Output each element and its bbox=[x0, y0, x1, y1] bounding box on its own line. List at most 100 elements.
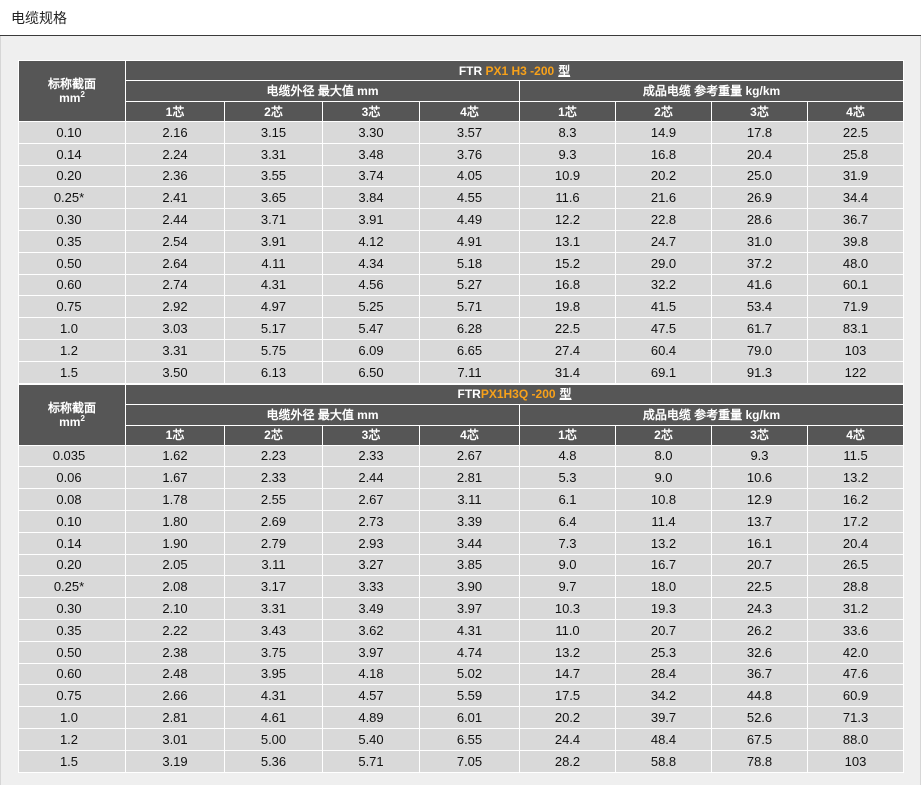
outer-diameter-cell: 3.49 bbox=[322, 597, 420, 620]
weight-cell: 88.0 bbox=[806, 727, 905, 751]
cross-section-cell: 0.25* bbox=[18, 575, 126, 599]
weight-cell: 41.5 bbox=[615, 295, 712, 319]
weight-cell: 42.0 bbox=[806, 640, 905, 664]
weight-cell: 19.3 bbox=[615, 597, 712, 620]
core-count-header: 3芯 bbox=[322, 424, 420, 446]
weight-cell: 17.8 bbox=[711, 121, 808, 144]
outer-diameter-cell: 3.76 bbox=[419, 142, 520, 166]
weight-cell: 28.2 bbox=[519, 749, 616, 773]
weight-cell: 33.6 bbox=[806, 618, 905, 642]
outer-diameter-cell: 5.71 bbox=[419, 295, 520, 319]
outer-diameter-cell: 2.69 bbox=[224, 509, 323, 533]
weight-cell: 25.8 bbox=[806, 142, 905, 166]
weight-cell: 25.0 bbox=[711, 164, 808, 188]
table-row: 0.60 2.48 3.95 4.18 5.02 14.7 28.4 36.7 47.6 bbox=[18, 662, 905, 686]
outer-diameter-cell: 4.55 bbox=[419, 186, 520, 210]
core-count-header: 4芯 bbox=[806, 424, 905, 446]
weight-cell: 17.5 bbox=[519, 684, 616, 708]
outer-diameter-cell: 3.43 bbox=[224, 618, 323, 642]
outer-diameter-cell: 2.22 bbox=[125, 618, 225, 642]
outer-diameter-cell: 5.36 bbox=[224, 749, 323, 773]
weight-cell: 32.2 bbox=[615, 273, 712, 297]
cross-section-cell: 0.25* bbox=[18, 186, 126, 210]
outer-diameter-cell: 5.00 bbox=[224, 727, 323, 751]
cross-section-cell: 0.50 bbox=[18, 640, 126, 664]
model-prefix: FTR bbox=[457, 387, 481, 402]
outer-diameter-group-header: 电缆外径 最大值 mm bbox=[125, 80, 520, 102]
cross-section-cell: 1.5 bbox=[18, 749, 126, 773]
weight-cell: 12.9 bbox=[711, 488, 808, 511]
table-row: 0.25* 2.08 3.17 3.33 3.90 9.7 18.0 22.5 28.8 bbox=[18, 575, 905, 599]
core-count-header: 3芯 bbox=[711, 101, 808, 122]
outer-diameter-cell: 2.38 bbox=[125, 640, 225, 664]
cross-section-cell: 0.20 bbox=[18, 553, 126, 577]
outer-diameter-cell: 2.44 bbox=[322, 466, 420, 490]
weight-cell: 14.9 bbox=[615, 121, 712, 144]
weight-cell: 5.3 bbox=[519, 466, 616, 490]
outer-diameter-cell: 3.62 bbox=[322, 618, 420, 642]
outer-diameter-cell: 3.85 bbox=[419, 553, 520, 577]
outer-diameter-cell: 3.57 bbox=[419, 121, 520, 144]
weight-cell: 36.7 bbox=[806, 208, 905, 231]
model-code: PX1H3Q -200 bbox=[480, 387, 556, 402]
core-count-header: 3芯 bbox=[711, 424, 808, 446]
weight-cell: 26.9 bbox=[711, 186, 808, 210]
weight-cell: 20.4 bbox=[806, 531, 905, 555]
cross-section-cell: 0.10 bbox=[18, 509, 126, 533]
table-row: 1.2 3.31 5.75 6.09 6.65 27.4 60.4 79.0 103 bbox=[18, 338, 905, 362]
outer-diameter-cell: 2.64 bbox=[125, 251, 225, 275]
spec-table-body: 0.10 2.16 3.15 3.30 3.57 8.3 14.9 17.8 22.5 0.14 2… bbox=[18, 121, 905, 384]
weight-cell: 13.2 bbox=[519, 640, 616, 664]
outer-diameter-cell: 6.55 bbox=[419, 727, 520, 751]
unit-text: mm bbox=[59, 91, 81, 105]
cross-section-cell: 1.0 bbox=[18, 317, 126, 340]
weight-cell: 47.5 bbox=[615, 317, 712, 340]
outer-diameter-cell: 5.40 bbox=[322, 727, 420, 751]
cross-section-cell: 0.60 bbox=[18, 273, 126, 297]
core-count-header: 2芯 bbox=[224, 101, 323, 122]
outer-diameter-cell: 1.90 bbox=[125, 531, 225, 555]
outer-diameter-cell: 2.81 bbox=[125, 706, 225, 729]
outer-diameter-cell: 4.11 bbox=[224, 251, 323, 275]
weight-cell: 37.2 bbox=[711, 251, 808, 275]
outer-diameter-cell: 2.24 bbox=[125, 142, 225, 166]
outer-diameter-cell: 1.78 bbox=[125, 488, 225, 511]
weight-cell: 8.0 bbox=[615, 444, 712, 468]
weight-cell: 21.6 bbox=[615, 186, 712, 210]
weight-cell: 13.1 bbox=[519, 229, 616, 253]
weight-cell: 44.8 bbox=[711, 684, 808, 708]
unit-text: mm bbox=[59, 414, 81, 429]
spec-tables: 标称截面 mm2 FTR PX1 H3 -200 型 电缆外径 最大值 mm 成品… bbox=[18, 60, 905, 773]
outer-diameter-cell: 5.17 bbox=[224, 317, 323, 340]
header-row-groups: 电缆外径 最大值 mm 成品电缆 参考重量 kg/km bbox=[19, 80, 905, 102]
outer-diameter-cell: 2.36 bbox=[125, 164, 225, 188]
core-count-header: 2芯 bbox=[224, 424, 323, 446]
spec-table-body: 0.035 1.62 2.23 2.33 2.67 4.8 8.0 9.3 11.5 0.06 1.… bbox=[18, 444, 905, 773]
cross-section-cell: 0.60 bbox=[18, 662, 126, 686]
weight-cell: 28.8 bbox=[806, 575, 905, 599]
cross-section-cell: 0.30 bbox=[18, 597, 126, 620]
outer-diameter-cell: 3.65 bbox=[224, 186, 323, 210]
outer-diameter-cell: 2.05 bbox=[125, 553, 225, 577]
outer-diameter-cell: 3.91 bbox=[322, 208, 420, 231]
outer-diameter-cell: 6.28 bbox=[419, 317, 520, 340]
model-code: PX1 H3 -200 bbox=[485, 63, 555, 78]
outer-diameter-cell: 3.31 bbox=[224, 142, 323, 166]
outer-diameter-cell: 6.13 bbox=[224, 360, 323, 384]
cross-section-cell: 1.2 bbox=[18, 338, 126, 362]
weight-cell: 13.7 bbox=[711, 509, 808, 533]
weight-cell: 69.1 bbox=[615, 360, 712, 384]
table-row: 0.035 1.62 2.23 2.33 2.67 4.8 8.0 9.3 11.5 bbox=[18, 444, 905, 468]
weight-cell: 20.7 bbox=[615, 618, 712, 642]
table-row: 1.5 3.50 6.13 6.50 7.11 31.4 69.1 91.3 122 bbox=[18, 360, 905, 384]
outer-diameter-cell: 2.67 bbox=[419, 444, 520, 468]
outer-diameter-cell: 3.91 bbox=[224, 229, 323, 253]
core-count-header: 1芯 bbox=[519, 101, 616, 122]
weight-cell: 24.3 bbox=[711, 597, 808, 620]
weight-cell: 9.3 bbox=[519, 142, 616, 166]
outer-diameter-cell: 2.92 bbox=[125, 295, 225, 319]
weight-cell: 11.5 bbox=[806, 444, 905, 468]
table-row: 0.10 2.16 3.15 3.30 3.57 8.3 14.9 17.8 22.5 bbox=[18, 121, 905, 144]
table-row: 0.08 1.78 2.55 2.67 3.11 6.1 10.8 12.9 16.2 bbox=[18, 488, 905, 511]
unit-superscript: 2 bbox=[80, 90, 85, 99]
